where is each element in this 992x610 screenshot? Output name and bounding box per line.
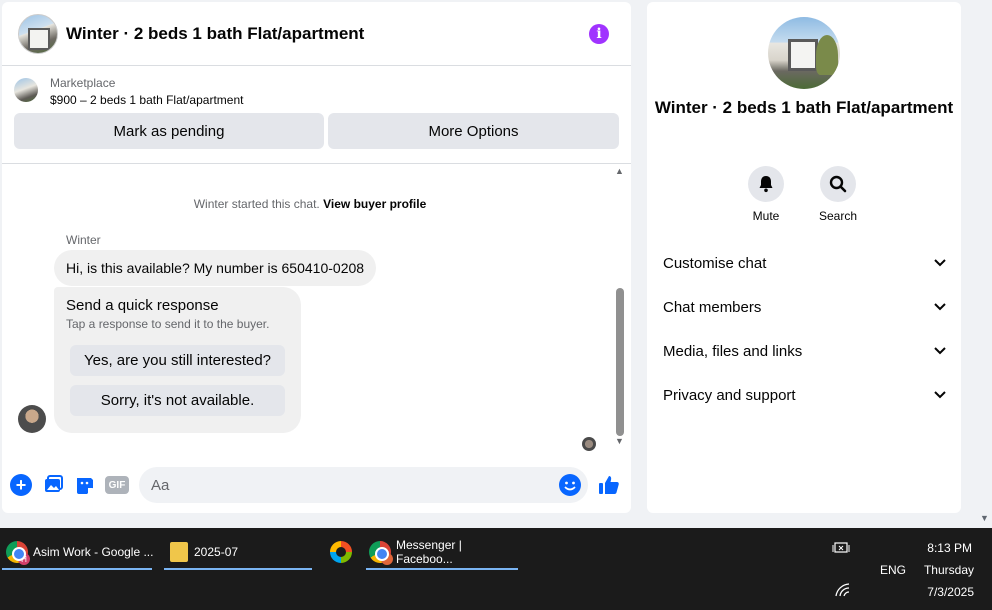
task-label: Asim Work - Google ... — [33, 545, 154, 559]
task-active-indicator — [366, 568, 518, 570]
conversation-info-panel: Winter · 2 beds 1 bath Flat/apartment Mu… — [647, 2, 961, 513]
privacy-support-section[interactable]: Privacy and support — [663, 383, 947, 407]
photo-icon[interactable] — [42, 474, 64, 496]
info-icon[interactable]: i — [589, 23, 609, 44]
search-button[interactable]: Search — [808, 166, 868, 223]
bell-icon[interactable] — [748, 166, 784, 202]
plus-icon[interactable]: + — [10, 474, 32, 496]
mark-as-pending-button[interactable]: Mark as pending — [14, 113, 324, 149]
chat-panel: Winter · 2 beds 1 bath Flat/apartment i … — [2, 2, 631, 513]
section-label: Customise chat — [663, 254, 767, 272]
page-scroll-down-arrow-icon[interactable]: ▼ — [980, 513, 989, 523]
taskbar-item-folder[interactable]: 2025-07 — [164, 536, 316, 570]
emoji-icon[interactable] — [559, 474, 581, 496]
chrome-icon: H — [6, 541, 30, 565]
listing-price-title[interactable]: $900 – 2 beds 1 bath Flat/apartment — [50, 93, 243, 107]
message-sender: Winter — [66, 233, 101, 247]
section-label: Media, files and links — [663, 342, 803, 360]
language-indicator[interactable]: ENG — [880, 563, 906, 577]
system-message-text: Winter started this chat. — [193, 197, 324, 211]
message-list: Winter started this chat. View buyer pro… — [2, 165, 631, 455]
search-icon[interactable] — [820, 166, 856, 202]
clock-date[interactable]: 7/3/2025 — [918, 585, 974, 599]
task-label: 2025-07 — [194, 545, 239, 559]
chrome-icon — [369, 541, 393, 565]
read-receipt-avatar — [582, 437, 596, 451]
message-input[interactable] — [139, 467, 588, 503]
message-scrollbar[interactable] — [616, 288, 624, 436]
profile-badge: H — [18, 553, 30, 565]
quick-response-subtitle: Tap a response to send it to the buyer. — [66, 317, 270, 331]
section-label: Chat members — [663, 298, 762, 316]
taskbar: H Asim Work - Google ... 2025-07 Messeng… — [0, 528, 992, 610]
profile-badge — [381, 553, 393, 565]
taskbar-item-chrome-messenger[interactable]: Messenger | Faceboo... — [366, 536, 519, 570]
chevron-down-icon — [933, 300, 947, 314]
chevron-down-icon — [933, 256, 947, 270]
sender-avatar[interactable] — [18, 405, 46, 433]
quick-reply-button[interactable]: Yes, are you still interested? — [70, 345, 285, 376]
taskbar-item-chrome-work[interactable]: H Asim Work - Google ... — [2, 536, 156, 570]
marketplace-label: Marketplace — [50, 76, 116, 90]
mute-label: Mute — [752, 209, 780, 223]
marketplace-banner: Marketplace $900 – 2 beds 1 bath Flat/ap… — [2, 66, 631, 164]
chevron-down-icon — [933, 344, 947, 358]
quick-reply-button[interactable]: Sorry, it's not available. — [70, 385, 285, 416]
quick-response-title: Send a quick response — [66, 297, 219, 314]
media-files-links-section[interactable]: Media, files and links — [663, 339, 947, 363]
more-options-button[interactable]: More Options — [328, 113, 619, 149]
composer: + GIF — [2, 464, 631, 504]
contact-avatar[interactable] — [18, 13, 58, 54]
section-label: Privacy and support — [663, 386, 796, 404]
scroll-up-arrow-icon[interactable]: ▲ — [615, 166, 624, 176]
listing-thumbnail[interactable] — [14, 78, 38, 102]
folder-icon — [170, 542, 188, 562]
search-label: Search — [818, 209, 858, 223]
display-settings-icon[interactable] — [832, 541, 850, 558]
scroll-down-arrow-icon[interactable]: ▼ — [615, 436, 624, 446]
gif-icon[interactable]: GIF — [105, 476, 129, 494]
customise-chat-section[interactable]: Customise chat — [663, 251, 947, 275]
sticker-icon[interactable] — [74, 474, 96, 496]
clock-day[interactable]: Thursday — [918, 563, 974, 577]
wifi-icon[interactable] — [835, 583, 851, 600]
chat-title[interactable]: Winter · 2 beds 1 bath Flat/apartment — [66, 24, 364, 44]
task-active-indicator — [164, 568, 312, 570]
clock-time[interactable]: 8:13 PM — [918, 541, 972, 555]
chat-members-section[interactable]: Chat members — [663, 295, 947, 319]
profile-avatar[interactable] — [768, 17, 840, 89]
thumbs-up-icon[interactable] — [598, 474, 620, 496]
profile-name: Winter · 2 beds 1 bath Flat/apartment — [654, 98, 954, 117]
task-active-indicator — [2, 568, 152, 570]
chat-header: Winter · 2 beds 1 bath Flat/apartment i — [2, 2, 631, 66]
copilot-icon — [330, 541, 352, 563]
view-buyer-profile-link[interactable]: View buyer profile — [323, 197, 426, 211]
quick-response-card: Send a quick response Tap a response to … — [54, 287, 301, 433]
message-bubble[interactable]: Hi, is this available? My number is 6504… — [54, 250, 377, 286]
taskbar-item-copilot[interactable] — [330, 536, 354, 568]
system-message: Winter started this chat. View buyer pro… — [2, 197, 618, 211]
mute-button[interactable]: Mute — [736, 166, 796, 223]
task-label: Messenger | Faceboo... — [396, 538, 462, 566]
chevron-down-icon — [933, 388, 947, 402]
